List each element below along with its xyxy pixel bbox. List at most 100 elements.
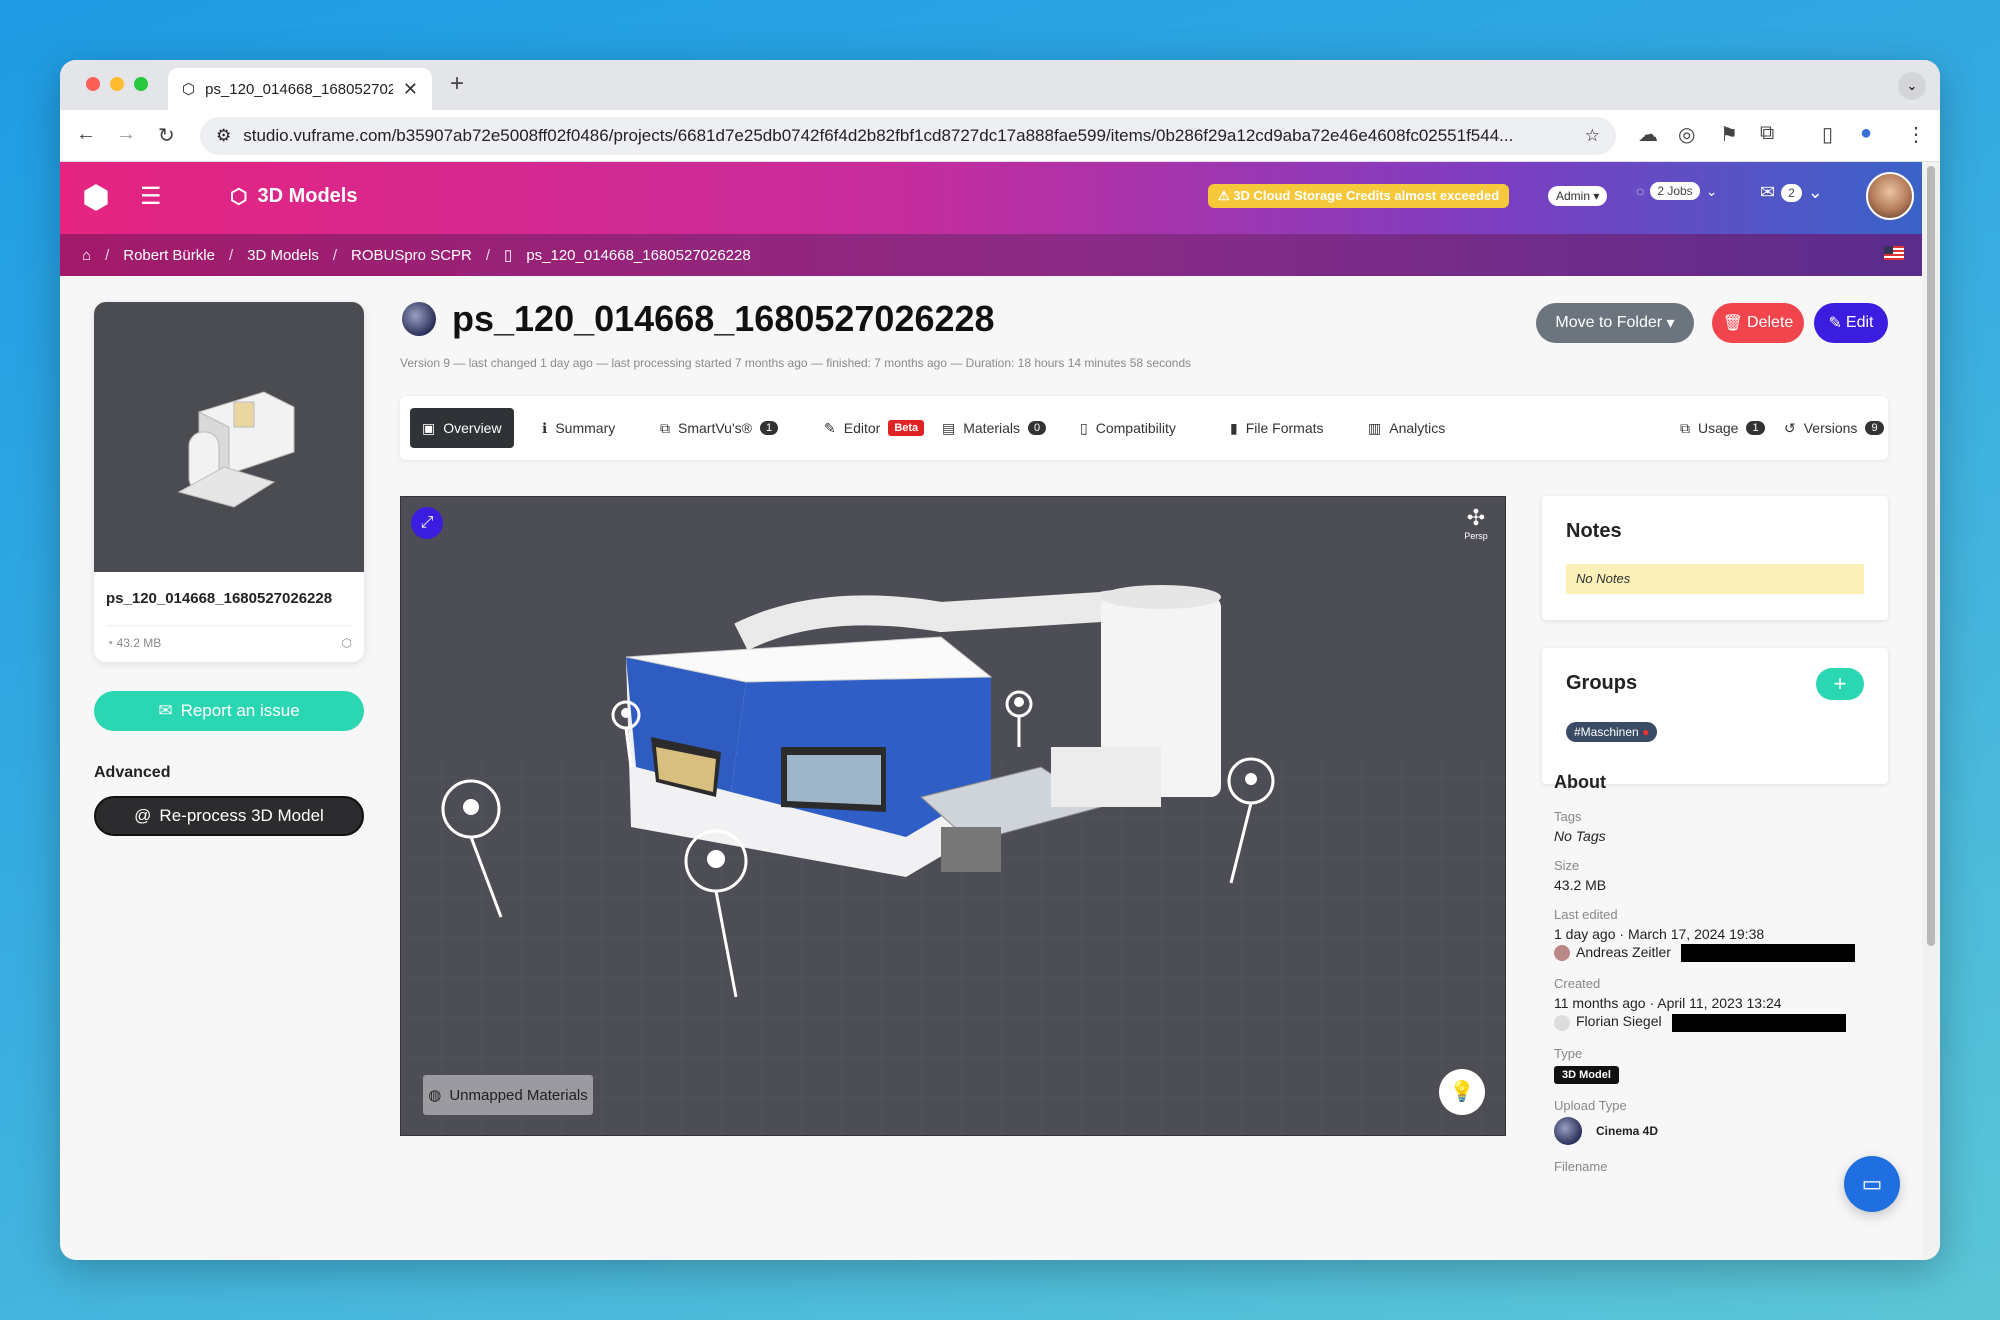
- user-avatar[interactable]: [1866, 172, 1914, 220]
- remove-dot-icon[interactable]: ●: [1642, 725, 1649, 739]
- tab-label: Materials: [963, 420, 1021, 436]
- move-to-folder-button[interactable]: Move to Folder ▾: [1536, 303, 1694, 343]
- side-panel-icon[interactable]: ▯: [1822, 122, 1833, 147]
- forward-icon[interactable]: →: [116, 123, 136, 146]
- cube-icon: ⬡: [182, 81, 196, 98]
- storage-warning-badge[interactable]: ⚠ 3D Cloud Storage Credits almost exceed…: [1208, 184, 1510, 208]
- add-group-button[interactable]: +: [1816, 668, 1864, 700]
- delete-button[interactable]: 🗑 Delete: [1712, 303, 1804, 343]
- menu-kebab-icon[interactable]: ⋮: [1906, 122, 1926, 147]
- profile-icon[interactable]: ●: [1860, 122, 1872, 145]
- extension-icon[interactable]: ☁: [1638, 122, 1658, 147]
- close-tab-icon[interactable]: ✕: [403, 79, 418, 100]
- tab-title: ps_120_014668_168052702": [205, 80, 393, 98]
- minimize-window-button[interactable]: [110, 77, 124, 91]
- tab-summary[interactable]: ℹ Summary: [530, 408, 627, 448]
- redacted-block: [1680, 944, 1855, 963]
- tab-label: File Formats: [1245, 420, 1324, 436]
- tab-strip: ⬡ ps_120_014668_168052702" ✕ + ⌄: [60, 60, 1940, 110]
- lightbulb-button[interactable]: 💡: [1439, 1069, 1485, 1115]
- new-tab-button[interactable]: +: [450, 70, 464, 98]
- reprocess-button[interactable]: @ Re-process 3D Model: [94, 796, 364, 836]
- tab-label: Versions: [1803, 420, 1858, 436]
- home-icon[interactable]: ⌂: [82, 247, 91, 264]
- chevron-down-icon: ⌄: [1705, 182, 1718, 199]
- browser-tab[interactable]: ⬡ ps_120_014668_168052702" ✕: [168, 68, 432, 110]
- extension-icon[interactable]: ⚑: [1720, 122, 1738, 147]
- file-icon: ▯: [504, 247, 513, 264]
- type-label: Type: [1554, 1045, 1583, 1061]
- page-scrollbar[interactable]: [1922, 162, 1940, 1260]
- reprocess-label: Re-process 3D Model: [159, 806, 324, 825]
- edit-label: Edit: [1845, 314, 1874, 331]
- reload-icon[interactable]: ↻: [158, 123, 175, 148]
- beta-badge: Beta: [888, 420, 925, 436]
- axes-icon: ✣: [1466, 505, 1486, 530]
- vuframe-logo-icon[interactable]: ⬢: [82, 178, 118, 215]
- close-window-button[interactable]: [86, 77, 100, 91]
- zoom-window-button[interactable]: [134, 77, 148, 91]
- puzzle-icon[interactable]: ⧉: [1760, 122, 1774, 145]
- group-tag[interactable]: #Maschinen ●: [1566, 722, 1658, 742]
- scrollbar-thumb[interactable]: [1927, 166, 1935, 946]
- unmapped-label: Unmapped Materials: [449, 1086, 588, 1104]
- filename-label: Filename: [1554, 1158, 1608, 1174]
- breadcrumb-item[interactable]: 3D Models: [247, 247, 319, 264]
- tab-smartvus[interactable]: ⧉ SmartVu's® 1: [648, 408, 790, 448]
- edit-button[interactable]: ✎ Edit: [1814, 303, 1888, 343]
- report-issue-button[interactable]: ✉ Report an issue: [94, 691, 364, 731]
- app-title[interactable]: ⬡ 3D Models: [230, 184, 358, 209]
- creator-name: Florian Siegel: [1576, 1013, 1662, 1030]
- tab-label: Overview: [443, 420, 502, 436]
- chat-support-button[interactable]: ▭: [1844, 1156, 1900, 1212]
- palette-icon: ▤: [942, 419, 956, 436]
- jobs-dropdown[interactable]: ◌ 2 Jobs ⌄: [1636, 182, 1717, 200]
- url-text: studio.vuframe.com/b35907ab72e5008ff02f0…: [243, 126, 1514, 145]
- us-flag-icon[interactable]: [1884, 246, 1904, 260]
- chevron-down-icon: ⌄: [1807, 182, 1823, 202]
- tab-compatibility[interactable]: ▯ Compatibility: [1068, 408, 1188, 448]
- cube-icon: ⬡: [230, 186, 248, 208]
- 3d-viewer[interactable]: ⤢ ✣ Persp ◍ Unmapped Materials 💡: [400, 496, 1506, 1136]
- tab-search-button[interactable]: ⌄: [1898, 72, 1926, 100]
- tab-label: SmartVu's®: [678, 420, 752, 436]
- model-thumbnail[interactable]: [94, 302, 364, 572]
- messages-dropdown[interactable]: ✉ 2 ⌄: [1760, 182, 1823, 203]
- 3d-scene: [401, 585, 1505, 1135]
- breadcrumb-item[interactable]: Robert Bürkle: [123, 247, 215, 264]
- back-icon[interactable]: ←: [76, 123, 96, 146]
- spinner-icon: ◌: [1636, 183, 1645, 199]
- editor-name: Andreas Zeitler: [1576, 944, 1671, 960]
- fullscreen-button[interactable]: ⤢: [411, 507, 443, 539]
- tab-materials[interactable]: ▤ Materials 0: [930, 408, 1058, 448]
- notes-empty[interactable]: No Notes: [1566, 564, 1864, 594]
- avatar: [1554, 945, 1570, 962]
- tab-editor[interactable]: ✎ Editor Beta: [812, 408, 936, 448]
- report-label: Report an issue: [180, 701, 300, 720]
- site-settings-icon[interactable]: ⚙: [216, 126, 231, 146]
- tab-label: Analytics: [1389, 420, 1446, 436]
- history-icon: ↺: [1784, 419, 1796, 436]
- admin-dropdown[interactable]: Admin ▾: [1548, 186, 1608, 206]
- tab-file-formats[interactable]: ▮ File Formats: [1218, 408, 1336, 448]
- palette-icon: ◍: [428, 1087, 442, 1104]
- unmapped-materials-button[interactable]: ◍ Unmapped Materials: [423, 1075, 593, 1115]
- hamburger-icon[interactable]: ☰: [140, 182, 162, 211]
- tab-overview[interactable]: ▣ Overview: [410, 408, 514, 448]
- size-label: Size: [1554, 858, 1580, 873]
- breadcrumb-item[interactable]: ROBUSpro SCPR: [351, 247, 472, 264]
- version-info: Version 9 — last changed 1 day ago — las…: [400, 356, 1192, 370]
- envelope-icon: ✉: [158, 701, 173, 720]
- tab-usage[interactable]: ⧉ Usage 1: [1668, 408, 1777, 448]
- redacted-block: [1671, 1013, 1846, 1032]
- tab-analytics[interactable]: ▥ Analytics: [1356, 408, 1457, 448]
- lightbulb-icon: 💡: [1449, 1081, 1475, 1103]
- extension-icon[interactable]: ◎: [1678, 122, 1695, 147]
- tab-versions[interactable]: ↺ Versions 9: [1772, 408, 1896, 448]
- orientation-gizmo[interactable]: ✣ Persp: [1457, 505, 1495, 555]
- tab-label: Usage: [1698, 420, 1739, 436]
- model-card[interactable]: ps_120_014668_1680527026228 ◔ 43.2 MB ⬡: [94, 302, 364, 662]
- url-field[interactable]: ⚙ studio.vuframe.com/b35907ab72e5008ff02…: [200, 117, 1616, 155]
- breadcrumb-current: ps_120_014668_1680527026228: [526, 246, 751, 264]
- bookmark-star-icon[interactable]: ☆: [1585, 126, 1600, 146]
